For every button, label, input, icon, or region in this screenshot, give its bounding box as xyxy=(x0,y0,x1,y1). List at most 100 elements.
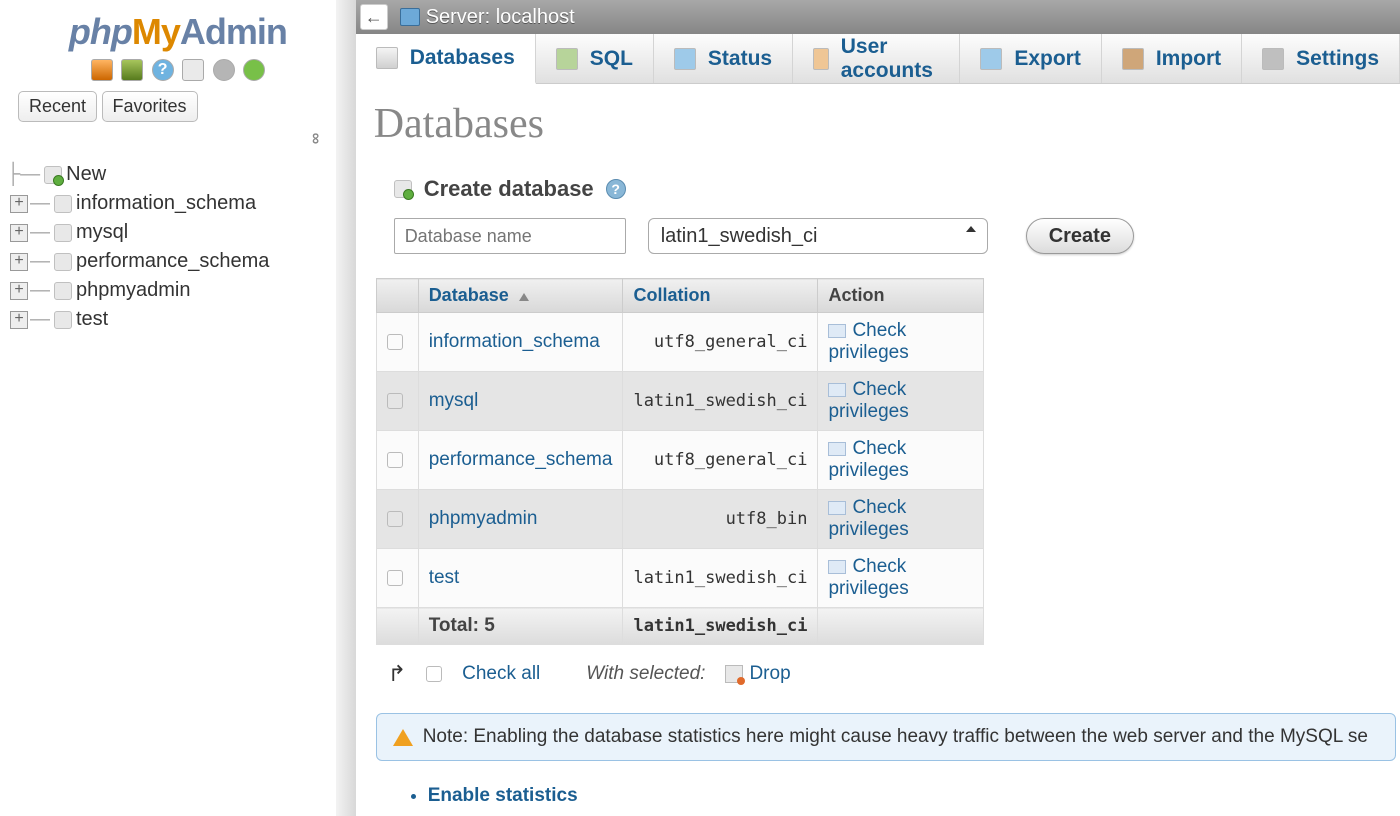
enable-statistics-link[interactable]: Enable statistics xyxy=(428,781,1400,811)
sort-ascending-icon xyxy=(519,293,529,301)
col-database[interactable]: Database xyxy=(418,279,623,313)
tab-status[interactable]: Status xyxy=(654,34,793,83)
db-link[interactable]: test xyxy=(418,549,623,608)
tree-branch-line: ├— xyxy=(6,163,40,186)
table-row: information_schema utf8_general_ci Check… xyxy=(376,313,983,372)
databases-icon xyxy=(376,47,398,69)
database-icon xyxy=(54,253,72,271)
row-checkbox[interactable] xyxy=(387,570,403,586)
col-action: Action xyxy=(818,279,983,313)
expand-toggle[interactable]: + xyxy=(10,282,28,300)
logout-icon[interactable] xyxy=(121,59,143,81)
tree-db-performance-schema[interactable]: performance_schema xyxy=(76,250,269,273)
total-collation: latin1_swedish_ci xyxy=(623,608,818,645)
logo[interactable]: phpMyAdmin xyxy=(0,5,356,53)
tree-db-information-schema[interactable]: information_schema xyxy=(76,192,256,215)
panel-resize-handle[interactable] xyxy=(336,0,356,816)
databases-table: Database Collation Action information_sc… xyxy=(376,278,984,645)
privileges-icon xyxy=(828,442,846,456)
create-button[interactable]: Create xyxy=(1026,218,1134,254)
drop-icon xyxy=(725,665,743,683)
nav-panel-settings-icon[interactable] xyxy=(182,59,204,81)
db-link[interactable]: performance_schema xyxy=(418,431,623,490)
recent-favorites-tabs: Recent Favorites xyxy=(0,91,356,122)
privileges-icon xyxy=(828,324,846,338)
tab-export[interactable]: Export xyxy=(960,34,1102,83)
privileges-icon xyxy=(828,560,846,574)
expand-toggle[interactable]: + xyxy=(10,195,28,213)
main-panel: ← Server: localhost Databases SQL Status… xyxy=(356,0,1400,816)
sidebar: phpMyAdmin ? Recent Favorites ∞ ├— New +… xyxy=(0,0,356,816)
favorites-tab[interactable]: Favorites xyxy=(102,91,198,122)
status-icon xyxy=(674,48,696,70)
check-all-link[interactable]: Check all xyxy=(462,663,540,685)
server-breadcrumb[interactable]: Server: localhost xyxy=(426,6,575,29)
logo-part-admin: Admin xyxy=(180,11,287,52)
row-checkbox[interactable] xyxy=(387,334,403,350)
table-row: performance_schema utf8_general_ci Check… xyxy=(376,431,983,490)
recent-tab[interactable]: Recent xyxy=(18,91,97,122)
tab-databases[interactable]: Databases xyxy=(356,34,536,84)
db-collation: utf8_general_ci xyxy=(623,313,818,372)
gear-icon[interactable] xyxy=(213,59,235,81)
table-total-row: Total: 5 latin1_swedish_ci xyxy=(376,608,983,645)
privileges-icon xyxy=(828,383,846,397)
page-title: Databases xyxy=(372,100,1400,148)
table-row: mysql latin1_swedish_ci Check privileges xyxy=(376,372,983,431)
bulk-actions: ↱ Check all With selected: Drop xyxy=(372,645,1400,703)
server-icon xyxy=(400,8,420,26)
notice-text: Note: Enabling the database statistics h… xyxy=(423,726,1368,748)
database-icon xyxy=(54,311,72,329)
with-selected-label: With selected: xyxy=(586,663,705,685)
back-button[interactable]: ← xyxy=(360,4,388,30)
breadcrumb-bar: ← Server: localhost xyxy=(356,0,1400,34)
database-name-input[interactable] xyxy=(394,218,626,254)
tree-db-phpmyadmin[interactable]: phpmyadmin xyxy=(76,279,191,302)
tab-import[interactable]: Import xyxy=(1102,34,1242,83)
new-database-link[interactable]: New xyxy=(66,163,106,186)
col-collation[interactable]: Collation xyxy=(623,279,818,313)
statistics-notice: Note: Enabling the database statistics h… xyxy=(376,713,1396,761)
tree-db-test[interactable]: test xyxy=(76,308,108,331)
warning-icon xyxy=(393,729,413,746)
reload-icon[interactable] xyxy=(243,59,265,81)
tab-user-accounts[interactable]: User accounts xyxy=(793,34,960,83)
main-tabs: Databases SQL Status User accounts Expor… xyxy=(356,34,1400,84)
database-tree: ├— New +— information_schema +— mysql +—… xyxy=(0,152,356,334)
sql-icon xyxy=(556,48,578,70)
docs-icon[interactable]: ? xyxy=(152,59,174,81)
import-icon xyxy=(1122,48,1144,70)
tab-settings[interactable]: Settings xyxy=(1242,34,1400,83)
expand-toggle[interactable]: + xyxy=(10,311,28,329)
expand-toggle[interactable]: + xyxy=(10,224,28,242)
total-label: Total: 5 xyxy=(418,608,623,645)
collapse-icon[interactable]: ∞ xyxy=(306,133,324,141)
tab-sql[interactable]: SQL xyxy=(536,34,654,83)
drop-link[interactable]: Drop xyxy=(749,663,790,684)
collation-select[interactable]: latin1_swedish_ci xyxy=(648,218,988,254)
db-collation: utf8_bin xyxy=(623,490,818,549)
table-row: test latin1_swedish_ci Check privileges xyxy=(376,549,983,608)
arrow-up-icon: ↱ xyxy=(388,661,406,687)
users-icon xyxy=(813,48,829,70)
db-link[interactable]: mysql xyxy=(418,372,623,431)
new-database-icon xyxy=(44,166,62,184)
database-icon xyxy=(54,224,72,242)
export-icon xyxy=(980,48,1002,70)
db-collation: latin1_swedish_ci xyxy=(623,372,818,431)
row-checkbox[interactable] xyxy=(387,452,403,468)
db-link[interactable]: phpmyadmin xyxy=(418,490,623,549)
database-icon xyxy=(54,195,72,213)
row-checkbox[interactable] xyxy=(387,393,403,409)
privileges-icon xyxy=(828,501,846,515)
help-icon[interactable]: ? xyxy=(606,179,626,199)
row-checkbox[interactable] xyxy=(387,511,403,527)
database-icon xyxy=(54,282,72,300)
expand-toggle[interactable]: + xyxy=(10,253,28,271)
db-link[interactable]: information_schema xyxy=(418,313,623,372)
tree-db-mysql[interactable]: mysql xyxy=(76,221,128,244)
create-database-label: Create database xyxy=(424,176,594,202)
db-collation: utf8_general_ci xyxy=(623,431,818,490)
home-icon[interactable] xyxy=(91,59,113,81)
check-all-checkbox[interactable] xyxy=(426,666,442,682)
